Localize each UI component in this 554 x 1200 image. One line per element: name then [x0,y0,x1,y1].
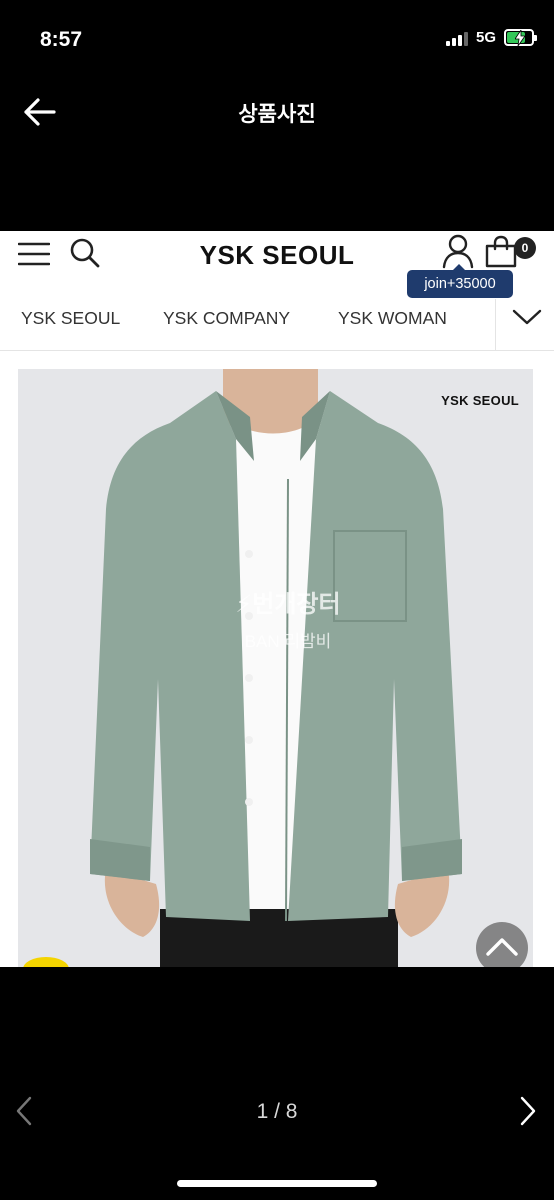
network-type: 5G [475,29,496,46]
watermark: ⚡번개장터 BAN 리밤비 [208,584,368,652]
chevron-down-icon [512,309,542,325]
product-photo: YSK SEOUL ⚡번개장터 BAN 리밤비 [18,369,533,967]
status-indicators: 5G [445,29,537,46]
category-nav: YSK SEOUL YSK COMPANY YSK WOMAN [0,299,554,351]
chevron-right-icon[interactable] [518,1096,538,1126]
category-expand-button[interactable] [495,299,554,351]
page-counter: 1 / 8 [256,1100,298,1123]
status-bar: 8:57 5G [0,0,554,80]
product-image-viewer[interactable]: YSK SEOUL 0 join+35000 YSK SEOUL YSK COM… [0,231,554,967]
model-shirt-illustration [90,369,462,967]
join-promo-tooltip[interactable]: join+35000 [407,264,513,298]
charging-bolt-icon [515,30,525,46]
status-time: 8:57 [40,28,83,51]
watermark-logo: ⚡번개장터 [235,591,341,618]
category-ysk-seoul[interactable]: YSK SEOUL [21,308,120,329]
image-pager: 1 / 8 [0,1080,554,1140]
cart-count-badge: 0 [514,237,536,259]
page-title: 상품사진 [238,103,316,126]
chevron-up-icon [486,938,518,956]
shopping-bag-icon[interactable] [484,235,518,269]
scroll-to-top-button[interactable] [476,922,528,967]
home-indicator[interactable] [177,1180,377,1187]
battery-icon [504,29,537,46]
category-ysk-woman[interactable]: YSK WOMAN [338,308,447,329]
watermark-id: BAN 리밤비 [244,632,332,651]
title-bar: 상품사진 [0,80,554,144]
category-ysk-company[interactable]: YSK COMPANY [163,308,290,329]
photo-brand-label: YSK SEOUL [441,393,519,408]
signal-icon [445,30,468,46]
